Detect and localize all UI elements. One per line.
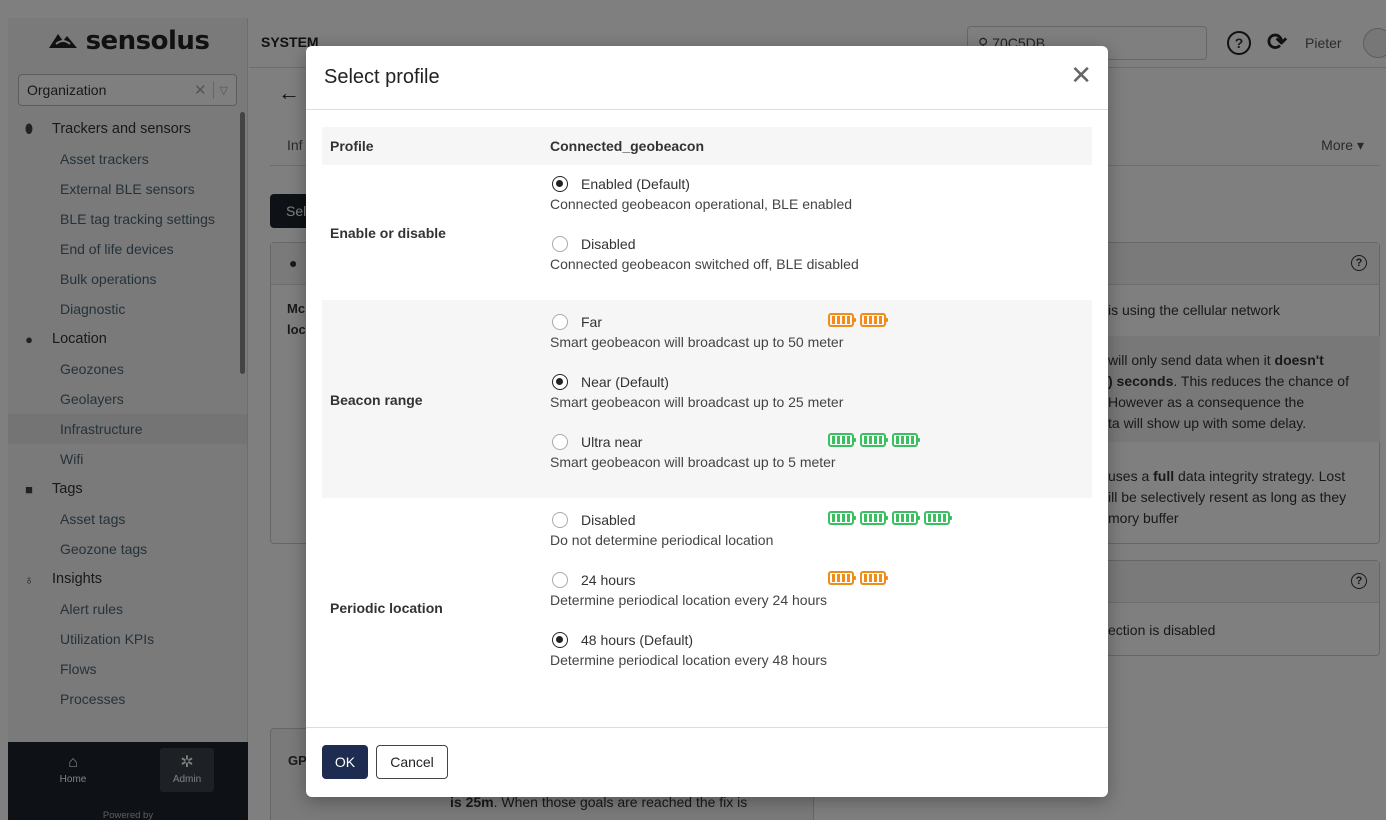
radio-button[interactable] — [552, 236, 568, 252]
battery-icon — [828, 313, 856, 327]
radio-option-disabled[interactable]: Disabled Connected geobeacon switched of… — [550, 234, 1080, 272]
option-label: Ultra near — [581, 434, 643, 450]
option-description: Smart geobeacon will broadcast up to 5 m… — [550, 454, 836, 470]
radio-button[interactable] — [552, 572, 568, 588]
battery-icon — [860, 571, 888, 585]
option-label: Enabled (Default) — [581, 176, 690, 192]
profile-label: Profile — [330, 138, 374, 154]
periodic-location-row: Periodic location Disabled Do not determ… — [322, 498, 1092, 704]
profile-value: Connected_geobeacon — [550, 138, 705, 154]
battery-indicator — [828, 433, 920, 447]
beacon-range-row: Beacon range Far Smart geobeacon will br… — [322, 300, 1092, 498]
close-icon[interactable]: ✕ — [1070, 62, 1092, 88]
radio-option-24-hours[interactable]: 24 hours Determine periodical location e… — [550, 570, 1080, 608]
periodic-location-label: Periodic location — [330, 600, 443, 616]
option-label: Far — [581, 314, 602, 330]
battery-icon — [892, 511, 920, 525]
enable-disable-label: Enable or disable — [330, 225, 446, 241]
battery-icon — [828, 433, 856, 447]
option-label: 24 hours — [581, 572, 636, 588]
modal-title: Select profile — [324, 66, 440, 88]
radio-option-far[interactable]: Far Smart geobeacon will broadcast up to… — [550, 312, 1080, 350]
option-description: Determine periodical location every 24 h… — [550, 592, 828, 608]
option-label: Near (Default) — [581, 374, 669, 390]
enable-disable-row: Enable or disable Enabled (Default) Conn… — [322, 165, 1092, 300]
battery-icon — [924, 511, 952, 525]
battery-icon — [892, 433, 920, 447]
modal-footer: OK Cancel — [306, 727, 1108, 797]
radio-button[interactable] — [552, 374, 568, 390]
option-description: Smart geobeacon will broadcast up to 50 … — [550, 334, 844, 350]
radio-button[interactable] — [552, 632, 568, 648]
battery-indicator — [828, 313, 888, 327]
option-label: Disabled — [581, 236, 636, 252]
profile-row: Profile Connected_geobeacon — [322, 127, 1092, 165]
option-description: Determine periodical location every 48 h… — [550, 652, 828, 668]
cancel-button[interactable]: Cancel — [376, 745, 448, 779]
battery-icon — [860, 511, 888, 525]
ok-button[interactable]: OK — [322, 745, 368, 779]
radio-button[interactable] — [552, 512, 568, 528]
radio-option-periodic-disabled[interactable]: Disabled Do not determine periodical loc… — [550, 510, 1080, 548]
battery-icon — [828, 511, 856, 525]
radio-option-enabled[interactable]: Enabled (Default) Connected geobeacon op… — [550, 174, 1080, 212]
battery-indicator — [828, 571, 888, 585]
radio-button[interactable] — [552, 314, 568, 330]
radio-option-ultra-near[interactable]: Ultra near Smart geobeacon will broadcas… — [550, 432, 1080, 470]
select-profile-dialog: Select profile ✕ Profile Connected_geobe… — [306, 46, 1108, 797]
battery-icon — [860, 433, 888, 447]
option-description: Smart geobeacon will broadcast up to 25 … — [550, 394, 844, 410]
option-label: Disabled — [581, 512, 636, 528]
radio-option-48-hours[interactable]: 48 hours (Default) Determine periodical … — [550, 630, 1080, 668]
battery-indicator — [828, 511, 952, 525]
modal-header: Select profile ✕ — [306, 46, 1108, 110]
battery-icon — [860, 313, 888, 327]
radio-button[interactable] — [552, 434, 568, 450]
option-description: Do not determine periodical location — [550, 532, 774, 548]
option-description: Connected geobeacon operational, BLE ena… — [550, 196, 853, 212]
beacon-range-label: Beacon range — [330, 392, 423, 408]
radio-option-near[interactable]: Near (Default) Smart geobeacon will broa… — [550, 372, 1080, 410]
option-label: 48 hours (Default) — [581, 632, 694, 648]
radio-button[interactable] — [552, 176, 568, 192]
battery-icon — [828, 571, 856, 585]
option-description: Connected geobeacon switched off, BLE di… — [550, 256, 859, 272]
